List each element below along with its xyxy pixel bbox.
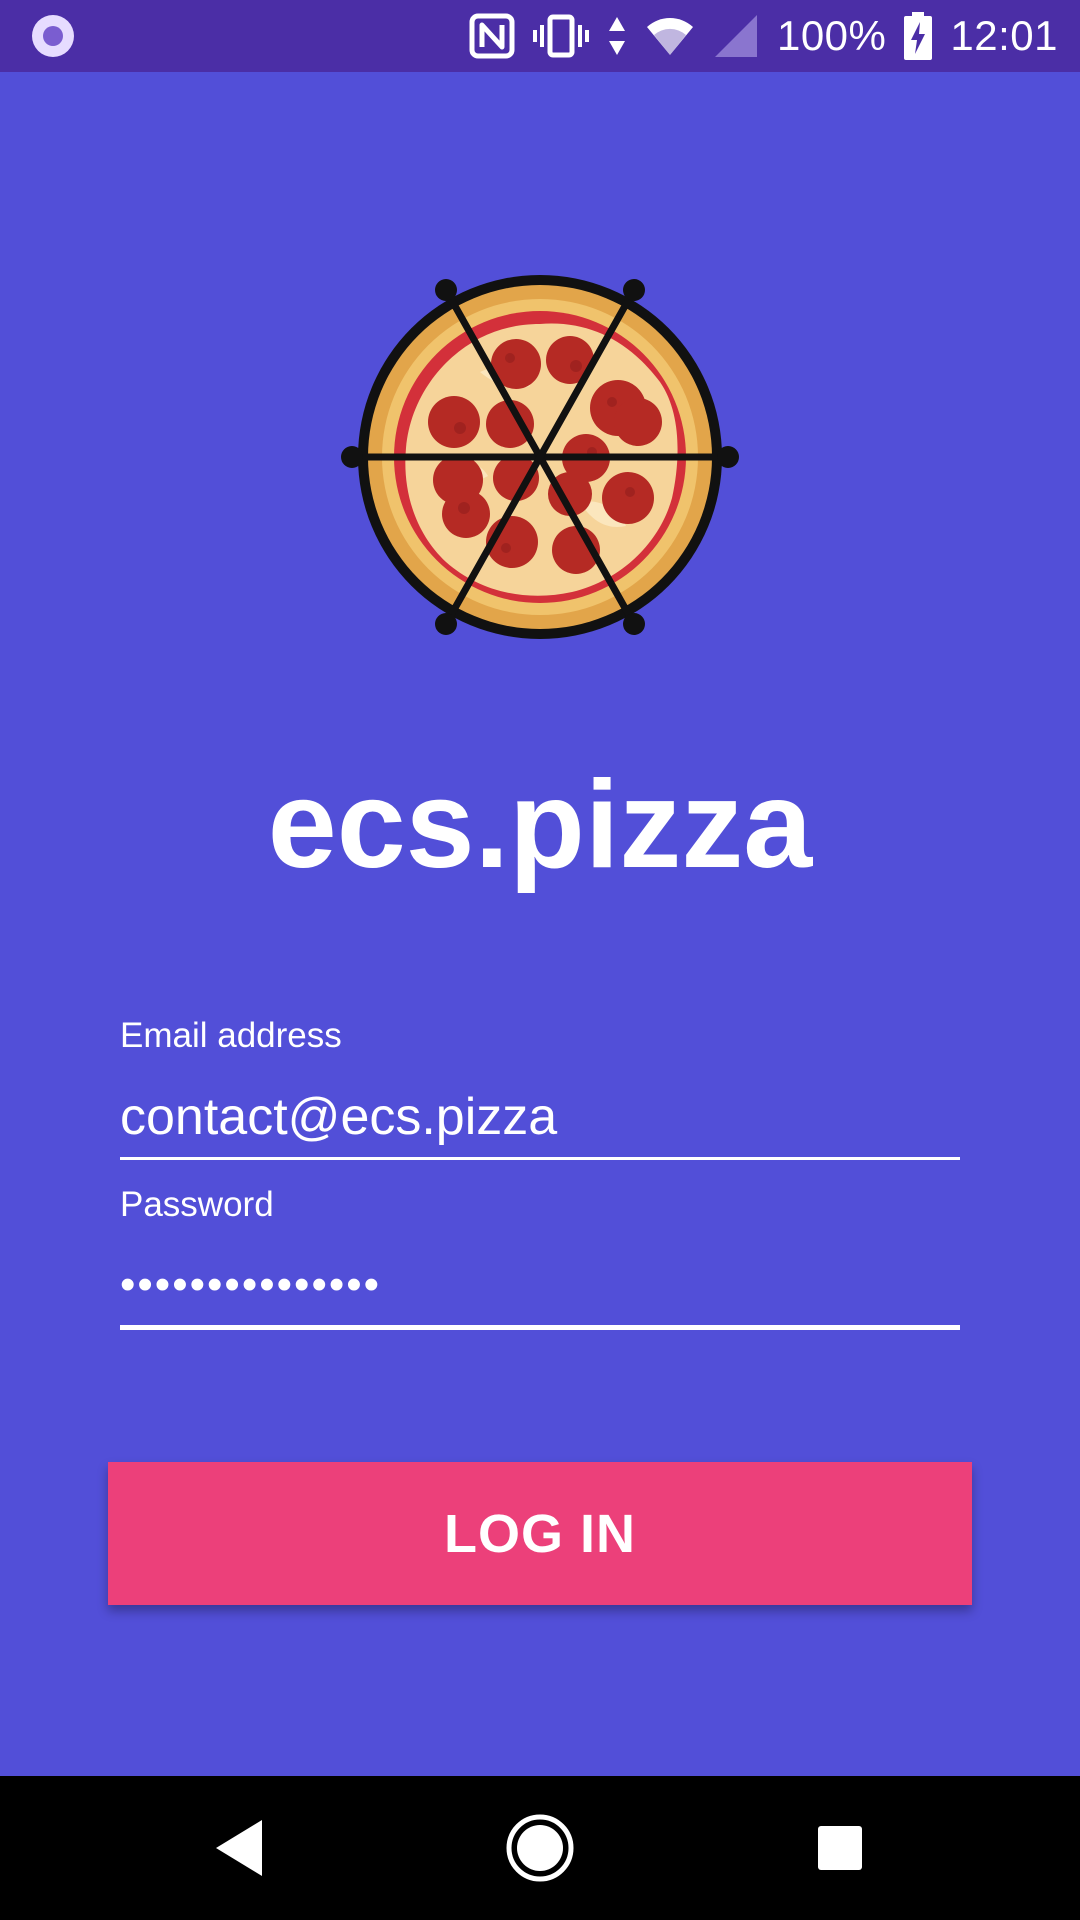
- navigation-bar: [0, 1776, 1080, 1920]
- data-arrows-icon: [607, 13, 627, 59]
- nfc-icon: [469, 13, 515, 59]
- notification-dot-icon: [32, 15, 74, 57]
- password-field[interactable]: •••••••••••••••: [120, 1250, 960, 1320]
- vibrate-icon: [532, 13, 589, 59]
- password-label: Password: [120, 1185, 274, 1224]
- password-underline: [120, 1325, 960, 1330]
- login-button[interactable]: LOG IN: [108, 1462, 972, 1605]
- recents-icon[interactable]: [770, 1776, 910, 1920]
- clock: 12:01: [950, 12, 1058, 59]
- back-icon[interactable]: [170, 1776, 310, 1920]
- email-label: Email address: [120, 1016, 342, 1055]
- wifi-icon: [645, 13, 695, 59]
- home-icon[interactable]: [470, 1776, 610, 1920]
- app-title: ecs.pizza: [267, 756, 813, 894]
- pizza-logo: [330, 262, 750, 652]
- status-icons: 100% 12:01: [469, 0, 1058, 72]
- battery-percent: 100%: [776, 12, 887, 59]
- email-underline: [120, 1157, 960, 1160]
- signal-icon: [713, 13, 759, 59]
- battery-charging-icon: [904, 12, 933, 60]
- status-bar: 100% 12:01: [0, 0, 1080, 72]
- email-field[interactable]: [120, 1082, 960, 1152]
